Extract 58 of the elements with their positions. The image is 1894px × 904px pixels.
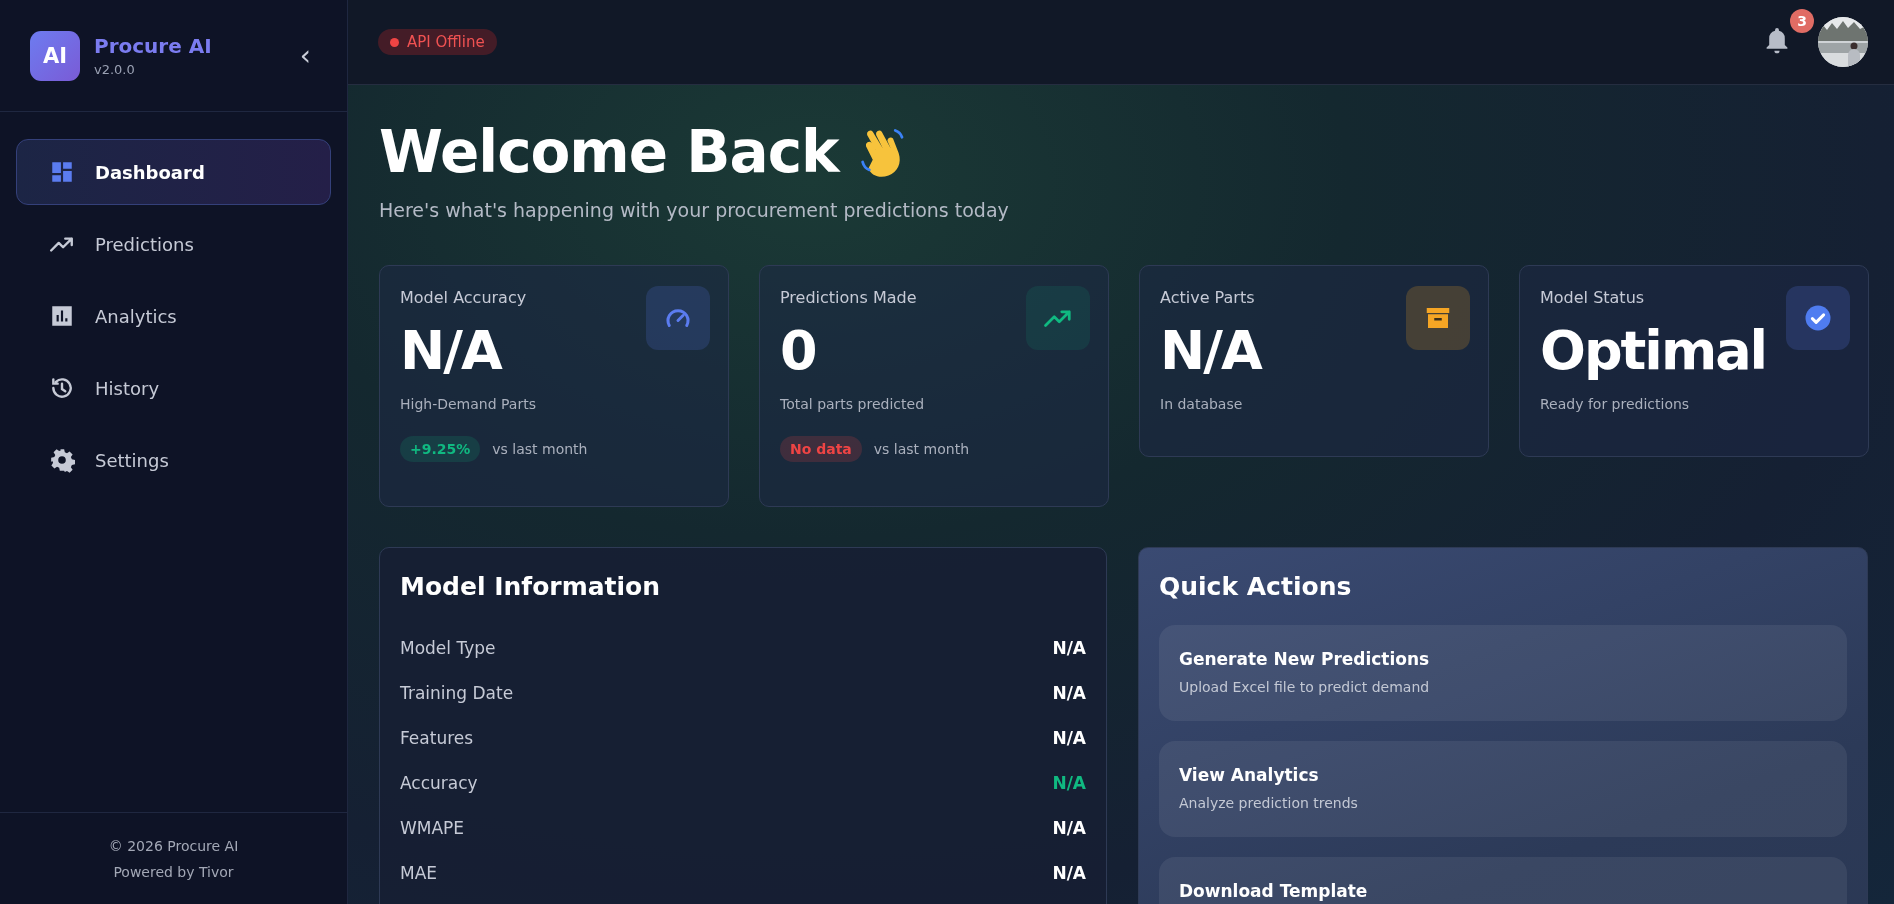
info-label: MAE <box>400 862 438 883</box>
version-label: v2.0.0 <box>94 62 136 77</box>
info-value: N/A <box>1052 817 1086 838</box>
bell-icon <box>1764 28 1790 54</box>
stat-title: Model Status <box>1540 287 1646 307</box>
stat-caption: High-Demand Parts <box>400 396 537 413</box>
sidebar-item[interactable]: Predictions <box>16 211 331 277</box>
settings-icon <box>49 447 75 473</box>
info-value: N/A <box>1052 862 1086 883</box>
stat-value: N/A <box>400 320 501 381</box>
stat-caption: Total parts predicted <box>780 396 925 413</box>
stat-value: N/A <box>1160 320 1261 381</box>
info-value: N/A <box>1052 772 1086 793</box>
welcome-title: Welcome Back <box>379 121 839 185</box>
info-value: N/A <box>1052 727 1086 748</box>
stat-caption: In database <box>1160 396 1244 413</box>
panel-title: Model Information <box>400 572 662 602</box>
app-logo: AI <box>30 30 80 81</box>
history-icon <box>49 375 75 401</box>
sidebar-item[interactable]: Settings <box>16 427 331 493</box>
stat-value: 0 <box>780 320 816 381</box>
quick-action-button[interactable]: Download Template <box>1159 857 1847 904</box>
change-note: vs last month <box>492 441 588 458</box>
sidebar-item[interactable]: Dashboard <box>16 139 331 205</box>
archive-icon <box>1406 285 1470 350</box>
quick-action-button[interactable]: View Analytics Analyze prediction trends <box>1159 741 1847 838</box>
stat-title: Active Parts <box>1160 287 1256 307</box>
collapse-button[interactable]: ‹ <box>293 41 317 70</box>
bar-chart-icon <box>49 303 75 329</box>
info-label: WMAPE <box>400 817 465 838</box>
gauge-icon <box>646 285 710 350</box>
api-status-badge: API Offline <box>378 29 497 55</box>
app-name: Procure AI <box>94 34 213 58</box>
sidebar-item[interactable]: Analytics <box>16 283 331 349</box>
info-value: N/A <box>1052 637 1086 658</box>
notification-count: 3 <box>1790 9 1814 33</box>
change-tag: No data <box>780 436 862 463</box>
change-tag: +9.25% <box>400 436 481 463</box>
info-label: Model Type <box>400 637 496 658</box>
change-note: vs last month <box>873 441 969 458</box>
stat-value: Optimal <box>1540 320 1767 381</box>
stat-title: Predictions Made <box>780 287 918 307</box>
check-icon <box>1786 285 1850 350</box>
footer-text: © 2026 Procure AI <box>108 837 239 854</box>
welcome-subtitle: Here's what's happening with your procurement predictions today <box>379 198 1010 221</box>
trend-up-icon <box>1026 285 1090 350</box>
info-value: N/A <box>1052 682 1086 703</box>
info-label: Accuracy <box>400 772 478 793</box>
info-label: Features <box>400 727 474 748</box>
panel-title: Quick Actions <box>1159 572 1353 602</box>
stat-title: Model Accuracy <box>400 287 528 307</box>
dashboard-icon <box>49 159 75 185</box>
quick-action-button[interactable]: Generate New Predictions Upload Excel file to predict demand <box>1159 625 1847 722</box>
info-label: Training Date <box>400 682 514 703</box>
stat-caption: Ready for predictions <box>1540 396 1691 413</box>
sidebar-item[interactable]: History <box>16 355 331 421</box>
notifications-button[interactable] <box>1764 28 1790 56</box>
footer-text: Powered by Tivor <box>113 863 234 880</box>
